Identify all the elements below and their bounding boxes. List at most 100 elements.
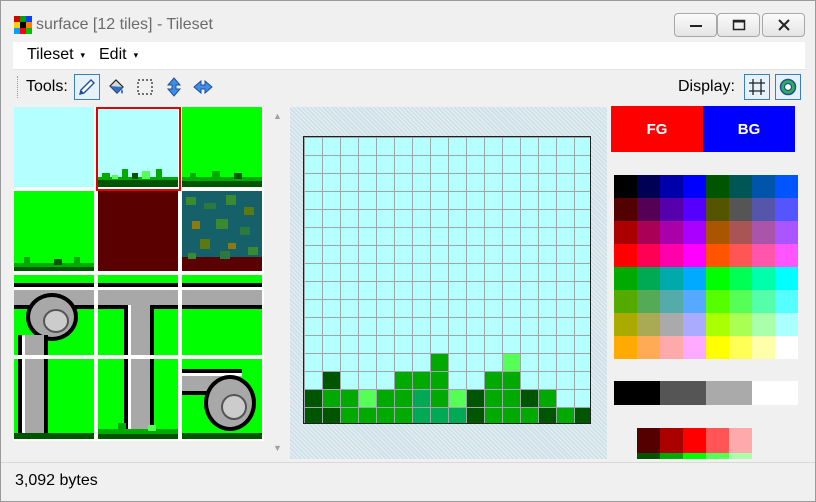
palette-swatch[interactable]	[775, 175, 798, 198]
editor-pixel[interactable]	[394, 407, 412, 423]
palette-swatch[interactable]	[683, 175, 706, 198]
close-button[interactable]	[762, 13, 805, 37]
palette-swatch[interactable]	[660, 336, 683, 359]
palette-swatch[interactable]	[729, 336, 752, 359]
tile-list-scrollbar[interactable]: ▲ ▼	[267, 107, 287, 459]
editor-pixel[interactable]	[502, 389, 520, 407]
palette-swatch[interactable]	[683, 453, 706, 459]
palette-swatch[interactable]	[660, 221, 683, 244]
palette-swatch[interactable]	[706, 267, 729, 290]
editor-pixel[interactable]	[484, 407, 502, 423]
palette-swatch[interactable]	[752, 313, 775, 336]
editor-pixel[interactable]	[304, 389, 322, 407]
palette-swatch[interactable]	[637, 453, 660, 459]
palette-swatch[interactable]	[683, 336, 706, 359]
palette-swatch[interactable]	[752, 267, 775, 290]
editor-pixel[interactable]	[322, 407, 340, 423]
bg-color-button[interactable]: BG	[703, 106, 795, 152]
palette-swatch[interactable]	[706, 175, 729, 198]
palette-swatch[interactable]	[752, 175, 775, 198]
palette-swatch[interactable]	[637, 290, 660, 313]
tile-item[interactable]	[14, 191, 94, 271]
editor-pixel[interactable]	[502, 371, 520, 389]
palette-swatch[interactable]	[775, 336, 798, 359]
editor-pixel[interactable]	[376, 389, 394, 407]
editor-pixel[interactable]	[574, 407, 590, 423]
minimize-button[interactable]	[674, 13, 717, 37]
palette-swatch[interactable]	[660, 244, 683, 267]
palette-swatch[interactable]	[706, 198, 729, 221]
editor-pixel[interactable]	[520, 389, 538, 407]
overlay-toggle-button[interactable]	[775, 74, 801, 100]
editor-pixel[interactable]	[466, 389, 484, 407]
editor-pixel[interactable]	[412, 371, 430, 389]
tile-item[interactable]	[98, 191, 178, 271]
scroll-up-icon[interactable]: ▲	[273, 111, 282, 121]
palette-swatch[interactable]	[637, 198, 660, 221]
palette-swatch[interactable]	[637, 336, 660, 359]
fill-tool-button[interactable]	[103, 74, 129, 100]
palette-swatch[interactable]	[660, 175, 683, 198]
menu-edit[interactable]: Edit ▾	[99, 46, 138, 64]
palette-swatch[interactable]	[637, 175, 660, 198]
editor-pixel[interactable]	[502, 353, 520, 371]
palette-swatch[interactable]	[683, 221, 706, 244]
palette-swatch[interactable]	[683, 313, 706, 336]
tile-item[interactable]	[98, 107, 178, 187]
tile-item[interactable]	[14, 275, 94, 355]
tile-item[interactable]	[14, 359, 94, 439]
editor-pixel[interactable]	[340, 407, 358, 423]
maximize-button[interactable]	[717, 13, 760, 37]
palette-swatch[interactable]	[660, 381, 706, 405]
editor-pixel[interactable]	[430, 389, 448, 407]
palette-swatch[interactable]	[752, 221, 775, 244]
tile-item[interactable]	[182, 191, 262, 271]
editor-pixel[interactable]	[358, 389, 376, 407]
palette-swatch[interactable]	[637, 244, 660, 267]
palette-swatch[interactable]	[614, 244, 637, 267]
tile-item[interactable]	[182, 359, 262, 439]
palette-swatch[interactable]	[683, 267, 706, 290]
palette-swatch[interactable]	[729, 221, 752, 244]
editor-pixel[interactable]	[448, 407, 466, 423]
palette-swatch[interactable]	[752, 381, 798, 405]
menu-tileset[interactable]: Tileset ▾	[27, 46, 85, 64]
palette-swatch[interactable]	[775, 290, 798, 313]
palette-swatch[interactable]	[683, 198, 706, 221]
editor-pixel[interactable]	[484, 389, 502, 407]
palette-swatch[interactable]	[706, 428, 729, 453]
palette-swatch[interactable]	[706, 290, 729, 313]
editor-pixel[interactable]	[394, 389, 412, 407]
editor-pixel[interactable]	[430, 371, 448, 389]
tile-item[interactable]	[14, 107, 94, 187]
editor-pixel[interactable]	[484, 371, 502, 389]
editor-pixel[interactable]	[394, 371, 412, 389]
palette-swatch[interactable]	[729, 428, 752, 453]
palette-swatch[interactable]	[614, 290, 637, 313]
palette-swatch[interactable]	[637, 221, 660, 244]
editor-pixel[interactable]	[358, 407, 376, 423]
palette-swatch[interactable]	[706, 336, 729, 359]
palette-swatch[interactable]	[752, 336, 775, 359]
palette-swatch[interactable]	[729, 198, 752, 221]
palette-swatch[interactable]	[729, 313, 752, 336]
scroll-down-icon[interactable]: ▼	[273, 443, 282, 453]
pixel-editor-canvas[interactable]	[303, 136, 591, 424]
tile-item[interactable]	[98, 275, 178, 355]
palette-swatch[interactable]	[660, 313, 683, 336]
pencil-tool-button[interactable]	[74, 74, 100, 100]
editor-pixel[interactable]	[376, 407, 394, 423]
editor-pixel[interactable]	[466, 407, 484, 423]
tile-list[interactable]	[14, 107, 264, 441]
palette-swatch[interactable]	[660, 267, 683, 290]
tile-item[interactable]	[182, 275, 262, 355]
select-tool-button[interactable]	[132, 74, 158, 100]
palette-swatch[interactable]	[775, 198, 798, 221]
editor-pixel[interactable]	[412, 407, 430, 423]
flip-horizontal-button[interactable]	[190, 74, 216, 100]
editor-pixel[interactable]	[430, 353, 448, 371]
editor-pixel[interactable]	[520, 407, 538, 423]
editor-pixel[interactable]	[448, 389, 466, 407]
editor-pixel[interactable]	[556, 407, 574, 423]
palette-swatch[interactable]	[614, 336, 637, 359]
